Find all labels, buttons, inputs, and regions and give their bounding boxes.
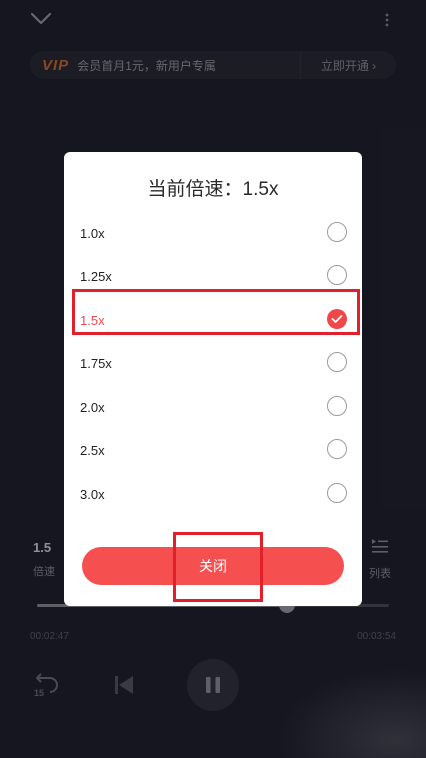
speed-option-label: 1.0x: [80, 225, 105, 241]
checkmark-icon: [331, 315, 343, 323]
speed-option-label: 1.75x: [80, 355, 112, 371]
radio-button-checked[interactable]: [327, 309, 347, 329]
speed-option[interactable]: 1.25x: [64, 254, 362, 298]
speed-dialog: 当前倍速：1.5x 1.0x 1.25x 1.5x 1.75x 2.0x 2.5…: [64, 152, 362, 606]
speed-option[interactable]: 3.0x: [64, 472, 362, 516]
speed-option[interactable]: 1.75x: [64, 341, 362, 385]
speed-option-label: 2.0x: [80, 399, 105, 415]
radio-button[interactable]: [327, 396, 347, 416]
speed-option-selected[interactable]: 1.5x: [64, 298, 362, 342]
radio-button[interactable]: [327, 352, 347, 372]
speed-option[interactable]: 1.0x: [64, 211, 362, 255]
radio-button[interactable]: [327, 439, 347, 459]
speed-option-label: 3.0x: [80, 486, 105, 502]
radio-button[interactable]: [327, 483, 347, 503]
speed-option-label: 1.25x: [80, 268, 112, 284]
dialog-title: 当前倍速：1.5x: [147, 179, 279, 200]
speed-option[interactable]: 2.5x: [64, 428, 362, 472]
speed-option[interactable]: 2.0x: [64, 385, 362, 429]
speed-option-label: 1.5x: [80, 312, 105, 328]
speed-option-label: 2.5x: [80, 442, 105, 458]
close-button[interactable]: 关闭: [82, 547, 344, 585]
radio-button[interactable]: [327, 265, 347, 285]
radio-button[interactable]: [327, 222, 347, 242]
